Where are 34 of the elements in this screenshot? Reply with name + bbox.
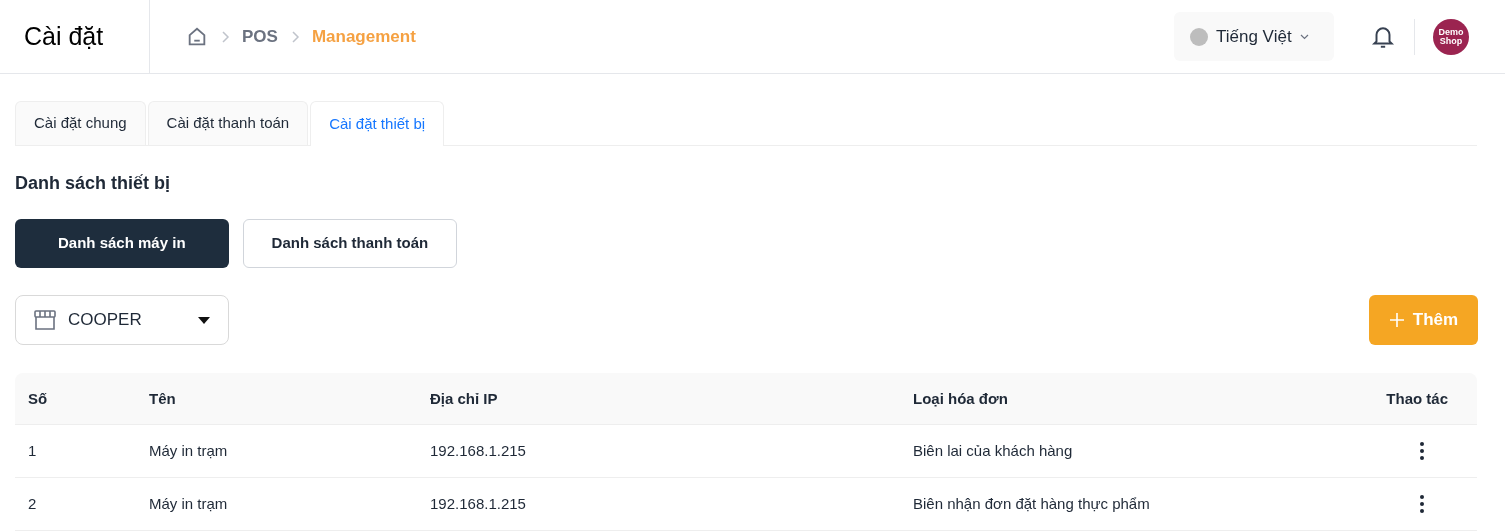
section-title: Danh sách thiết bị [15, 172, 172, 195]
more-icon[interactable] [1420, 495, 1424, 513]
plus-icon [1388, 312, 1405, 328]
breadcrumb-item: Management [311, 25, 416, 48]
more-icon[interactable] [1420, 442, 1424, 460]
column-header: Loại hóa đơn [913, 389, 1008, 407]
table-cell: 1 [28, 442, 37, 459]
tab[interactable]: Cài đặt thiết bị [310, 101, 445, 146]
chevron-right-icon [220, 30, 230, 43]
table-cell: 192.168.1.215 [430, 442, 526, 459]
table-cell: Biên lai của khách hàng [913, 442, 1073, 459]
tab[interactable]: Cài đặt thanh toán [147, 101, 309, 145]
tab[interactable]: Cài đặt chung [15, 101, 146, 145]
chevron-right-icon [289, 30, 300, 43]
breadcrumb-item[interactable]: POS [242, 23, 278, 50]
table-cell: Máy in trạm [149, 442, 228, 459]
avatar[interactable]: Demo Shop [1433, 18, 1469, 55]
language-select[interactable]: Tiếng Việt [1174, 12, 1334, 61]
store-select[interactable]: COOPER [15, 295, 229, 345]
column-header: Địa chỉ IP [430, 389, 498, 407]
list-toggle[interactable]: Danh sách thanh toán [242, 219, 458, 268]
list-toggle[interactable]: Danh sách máy in [15, 219, 229, 268]
chevron-down-icon [1299, 33, 1309, 40]
column-header: Tên [149, 389, 176, 407]
column-header: Thao tác [1386, 389, 1448, 407]
table-cell: Biên nhận đơn đặt hàng thực phẩm [913, 495, 1150, 512]
table-cell: Máy in trạm [149, 495, 228, 512]
store-icon [34, 310, 56, 330]
column-header: Số [28, 389, 48, 407]
caret-icon [198, 316, 210, 324]
home-icon[interactable] [186, 25, 208, 48]
table-cell: 192.168.1.215 [430, 495, 526, 512]
table-cell: 2 [28, 495, 37, 512]
page-title: Cài đặt [24, 20, 104, 52]
